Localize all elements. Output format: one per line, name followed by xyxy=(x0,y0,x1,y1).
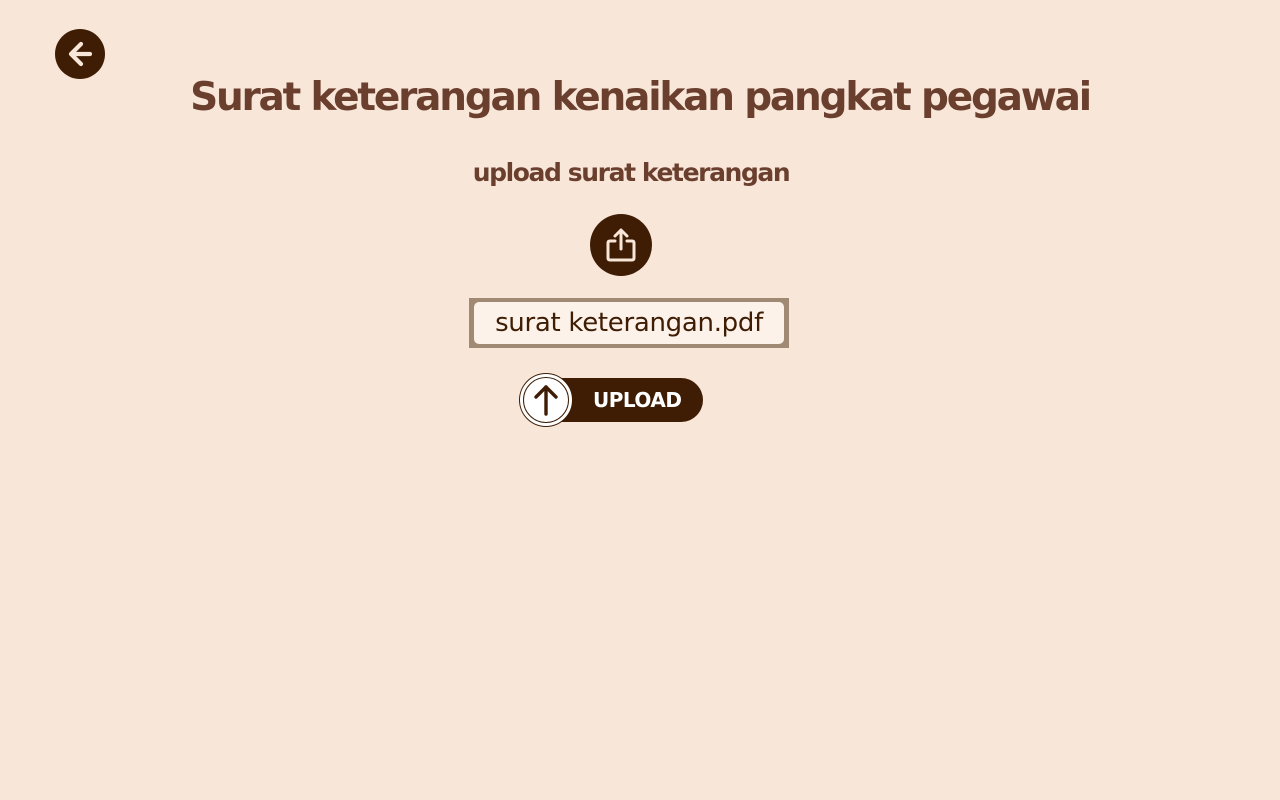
arrow-left-icon xyxy=(68,41,93,67)
arrow-up-icon xyxy=(534,385,558,416)
upload-button[interactable]: UPLOAD xyxy=(518,372,704,428)
page: Surat keterangan kenaikan pangkat pegawa… xyxy=(0,0,1280,800)
share-upload-icon xyxy=(606,228,636,262)
select-file-button[interactable] xyxy=(590,214,652,276)
upload-icon-circle xyxy=(520,374,572,426)
section-subtitle: upload surat keterangan xyxy=(472,158,791,187)
back-button[interactable] xyxy=(55,29,105,79)
file-name-field[interactable]: surat keterangan.pdf xyxy=(469,298,789,348)
upload-button-label: UPLOAD xyxy=(593,388,682,412)
file-name-value: surat keterangan.pdf xyxy=(474,302,784,344)
page-title: Surat keterangan kenaikan pangkat pegawa… xyxy=(190,75,1092,120)
